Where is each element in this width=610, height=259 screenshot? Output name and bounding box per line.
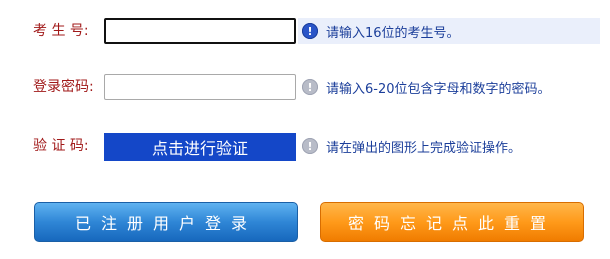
password-hint: ! 请输入6-20位包含字母和数字的密码。 <box>298 74 551 100</box>
login-button[interactable]: 已注册用户登录 <box>34 202 298 242</box>
candidate-number-input[interactable] <box>104 18 296 44</box>
captcha-hint-text: 请在弹出的图形上完成验证操作。 <box>326 140 522 156</box>
info-icon: ! <box>302 138 318 154</box>
login-form: 考 生 号: ! 请输入16位的考生号。 登录密码: ! 请输入6-20位包含字… <box>0 0 610 259</box>
candidate-number-hint: ! 请输入16位的考生号。 <box>298 18 600 44</box>
reset-password-button[interactable]: 密码忘记点此重置 <box>320 202 584 242</box>
password-label: 登录密码: <box>33 79 94 95</box>
info-icon: ! <box>302 23 318 39</box>
captcha-hint: ! 请在弹出的图形上完成验证操作。 <box>298 133 521 159</box>
candidate-number-hint-text: 请输入16位的考生号。 <box>326 25 460 41</box>
candidate-number-label: 考 生 号: <box>33 23 89 39</box>
captcha-verify-button[interactable]: 点击进行验证 <box>104 133 296 161</box>
captcha-label: 验 证 码: <box>33 138 89 154</box>
password-input[interactable] <box>104 74 296 100</box>
password-hint-text: 请输入6-20位包含字母和数字的密码。 <box>326 81 551 97</box>
info-icon: ! <box>302 79 318 95</box>
